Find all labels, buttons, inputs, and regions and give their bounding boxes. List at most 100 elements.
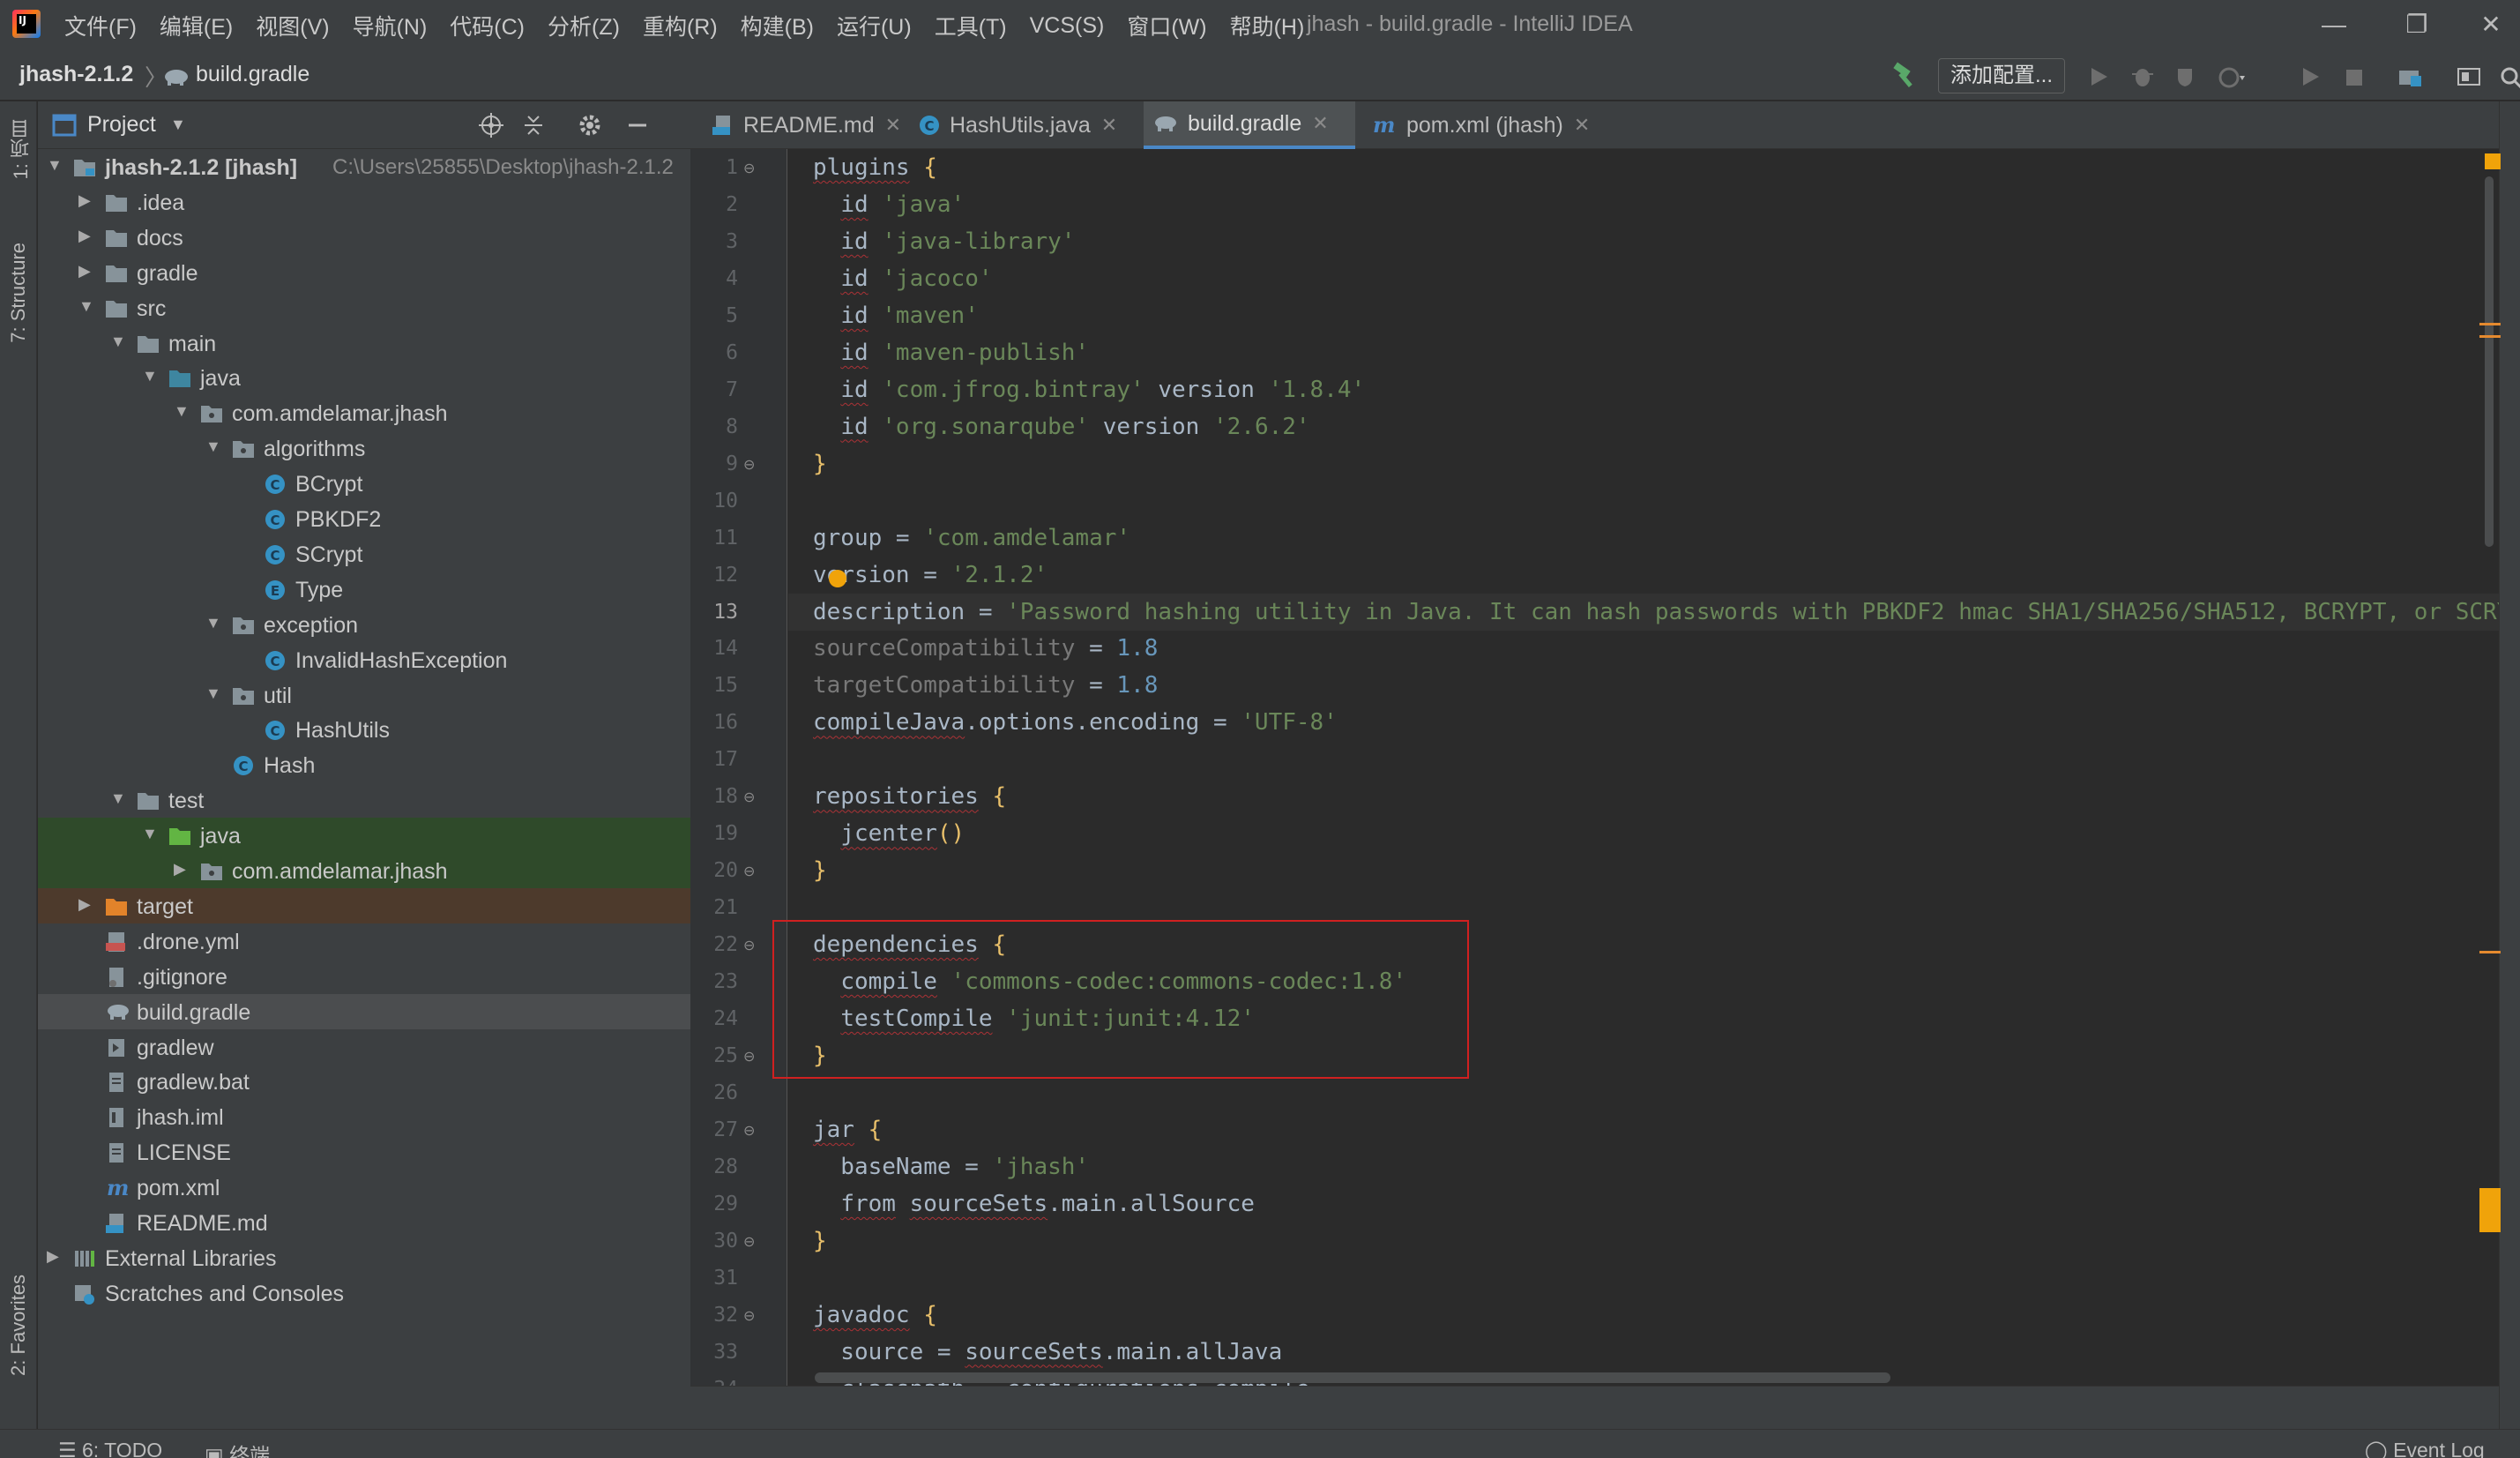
- fold-marker-icon[interactable]: ⊖: [743, 1233, 755, 1251]
- code-line[interactable]: javadoc {: [788, 1297, 2499, 1334]
- expand-down-icon[interactable]: ▼: [174, 402, 190, 421]
- code-line[interactable]: id 'maven-publish': [788, 334, 2499, 371]
- code-line[interactable]: id 'jacoco': [788, 260, 2499, 297]
- tree-item[interactable]: C HashUtils: [38, 712, 690, 747]
- tree-item[interactable]: README.md: [38, 1205, 690, 1240]
- stop-icon[interactable]: [2340, 64, 2368, 90]
- code-line[interactable]: compileJava.options.encoding = 'UTF-8': [788, 704, 2499, 741]
- code-line[interactable]: id 'org.sonarqube' version '2.6.2': [788, 408, 2499, 445]
- menu-item[interactable]: 分析(Z): [536, 10, 631, 41]
- expand-down-icon[interactable]: ▼: [110, 333, 126, 351]
- profile-icon[interactable]: [2217, 64, 2245, 90]
- lightbulb-intention-icon[interactable]: [829, 570, 846, 587]
- fold-marker-icon[interactable]: ⊖: [743, 789, 755, 806]
- menu-item[interactable]: 重构(R): [631, 10, 729, 41]
- fold-marker-icon[interactable]: ⊖: [743, 1307, 755, 1325]
- tree-item[interactable]: C InvalidHashException: [38, 642, 690, 677]
- code-line[interactable]: source = sourceSets.main.allJava: [788, 1334, 2499, 1371]
- code-line[interactable]: [788, 1074, 2499, 1111]
- menu-item[interactable]: 导航(N): [341, 10, 439, 41]
- build-hammer-icon[interactable]: [1890, 62, 1920, 90]
- chevron-down-icon[interactable]: ▼: [170, 116, 186, 134]
- tree-item[interactable]: .drone.yml: [38, 923, 690, 959]
- presentation-mode-icon[interactable]: [2455, 64, 2483, 90]
- close-tab-icon[interactable]: ✕: [1101, 114, 1117, 137]
- menu-item[interactable]: 文件(F): [53, 10, 148, 41]
- tree-item[interactable]: ▶ docs: [38, 220, 690, 255]
- warning-indicator-icon[interactable]: [2485, 153, 2501, 169]
- locate-file-icon[interactable]: [477, 112, 505, 138]
- tree-item[interactable]: E Type: [38, 572, 690, 607]
- tree-item[interactable]: ▼ test: [38, 782, 690, 818]
- expand-right-icon[interactable]: ▶: [174, 860, 186, 879]
- error-stripe-marker[interactable]: [2479, 951, 2501, 953]
- tree-item[interactable]: ▶ com.amdelamar.jhash: [38, 853, 690, 888]
- terminal-tool-tab[interactable]: ▣ 终端: [205, 1439, 270, 1458]
- debug-icon[interactable]: [2129, 64, 2157, 90]
- code-line[interactable]: [788, 741, 2499, 778]
- menu-item[interactable]: 构建(B): [729, 10, 825, 41]
- structure-tool-tab[interactable]: 7: Structure: [7, 243, 30, 343]
- hide-panel-icon[interactable]: [623, 112, 652, 138]
- close-tab-icon[interactable]: ✕: [1574, 114, 1590, 137]
- code-line[interactable]: sourceCompatibility = 1.8: [788, 630, 2499, 667]
- code-line[interactable]: baseName = 'jhash': [788, 1148, 2499, 1185]
- expand-down-icon[interactable]: ▼: [205, 684, 221, 703]
- code-line[interactable]: id 'maven': [788, 297, 2499, 334]
- project-structure-icon[interactable]: [2397, 64, 2425, 90]
- code-line[interactable]: id 'java': [788, 186, 2499, 223]
- collapse-all-icon[interactable]: [519, 112, 548, 138]
- code-line[interactable]: jcenter(): [788, 815, 2499, 852]
- gear-icon[interactable]: [576, 112, 604, 138]
- expand-right-icon[interactable]: ▶: [47, 1247, 59, 1266]
- run-with-coverage-icon[interactable]: [2173, 64, 2201, 90]
- menu-item[interactable]: 帮助(H): [1219, 10, 1316, 41]
- editor-tab[interactable]: m pom.xml (jhash) ✕: [1362, 101, 1592, 149]
- horizontal-scrollbar[interactable]: [815, 1372, 1890, 1383]
- expand-down-icon[interactable]: ▼: [142, 367, 158, 385]
- tree-item[interactable]: gradlew.bat: [38, 1064, 690, 1099]
- expand-down-icon[interactable]: ▼: [205, 614, 221, 632]
- expand-down-icon[interactable]: ▼: [110, 789, 126, 808]
- tree-item[interactable]: C BCrypt: [38, 466, 690, 501]
- close-tab-icon[interactable]: ✕: [1312, 112, 1328, 135]
- project-tool-tab[interactable]: 1: 项目: [7, 119, 35, 179]
- project-panel-title[interactable]: Project: [87, 112, 156, 138]
- fold-marker-icon[interactable]: ⊖: [743, 1122, 755, 1140]
- code-line[interactable]: targetCompatibility = 1.8: [788, 667, 2499, 704]
- fold-marker-icon[interactable]: ⊖: [743, 456, 755, 474]
- expand-down-icon[interactable]: ▼: [205, 437, 221, 456]
- tree-item[interactable]: C PBKDF2: [38, 501, 690, 536]
- code-line[interactable]: version = '2.1.2': [788, 557, 2499, 594]
- code-line[interactable]: plugins {: [788, 149, 2499, 186]
- fold-marker-icon[interactable]: ⊖: [743, 1048, 755, 1065]
- expand-right-icon[interactable]: ▶: [78, 895, 91, 914]
- tree-item[interactable]: C SCrypt: [38, 536, 690, 572]
- tree-item[interactable]: jhash.iml: [38, 1099, 690, 1134]
- fold-marker-icon[interactable]: ⊖: [743, 160, 755, 177]
- close-tab-icon[interactable]: ✕: [885, 114, 901, 137]
- code-line[interactable]: [788, 1260, 2499, 1297]
- tree-item[interactable]: C Hash: [38, 747, 690, 782]
- editor-tab[interactable]: README.md ✕: [703, 101, 902, 149]
- tree-item[interactable]: Scratches and Consoles: [38, 1275, 690, 1311]
- tree-item[interactable]: ▼ java: [38, 360, 690, 395]
- tree-item[interactable]: ▼ jhash-2.1.2 [jhash] C:\Users\25855\Deskt…: [38, 149, 690, 184]
- menu-item[interactable]: 视图(V): [244, 10, 340, 41]
- tree-item[interactable]: ▶ External Libraries: [38, 1240, 690, 1275]
- menu-item[interactable]: 代码(C): [438, 10, 536, 41]
- tree-item[interactable]: gradlew: [38, 1029, 690, 1065]
- menu-item[interactable]: 运行(U): [825, 10, 923, 41]
- tree-item[interactable]: LICENSE: [38, 1134, 690, 1170]
- expand-down-icon[interactable]: ▼: [47, 156, 63, 175]
- code-line[interactable]: from sourceSets.main.allSource: [788, 1185, 2499, 1222]
- code-line[interactable]: }: [788, 852, 2499, 889]
- code-line[interactable]: id 'java-library': [788, 223, 2499, 260]
- editor-tab[interactable]: build.gradle ✕: [1144, 101, 1355, 149]
- menu-item[interactable]: VCS(S): [1018, 13, 1116, 39]
- tree-item[interactable]: ▼ main: [38, 325, 690, 361]
- tree-item[interactable]: ▼ util: [38, 677, 690, 713]
- expand-down-icon[interactable]: ▼: [142, 825, 158, 843]
- expand-right-icon[interactable]: ▶: [78, 262, 91, 280]
- breadcrumb-file[interactable]: build.gradle: [196, 62, 309, 87]
